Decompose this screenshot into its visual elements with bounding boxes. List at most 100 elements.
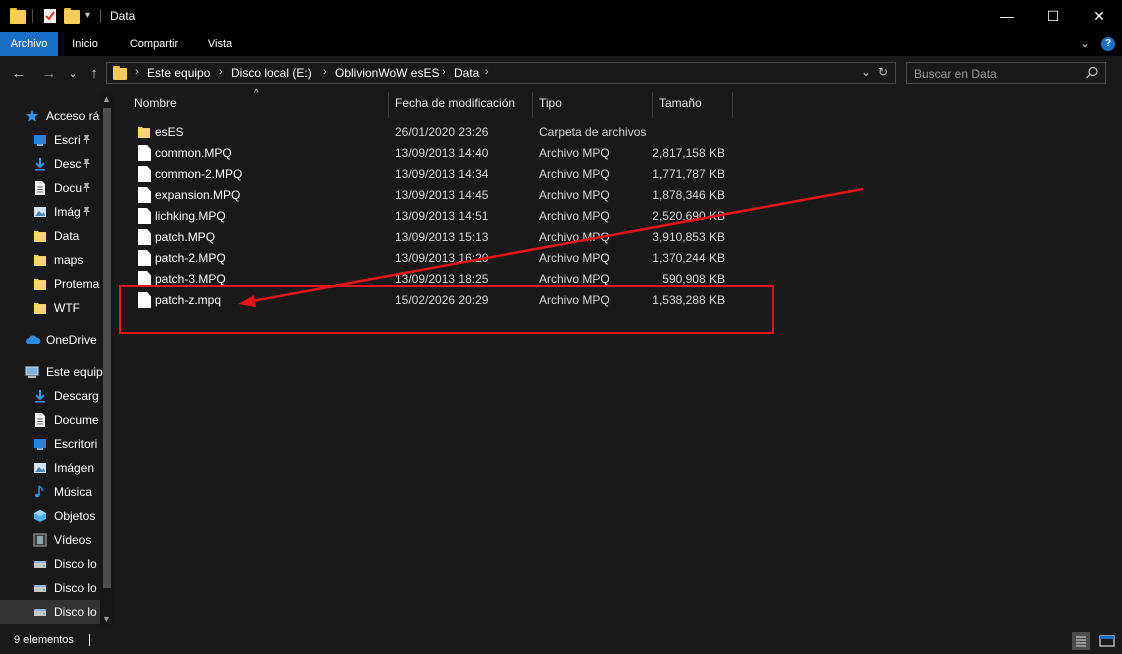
search-input[interactable]: Buscar en Data bbox=[906, 62, 1106, 84]
help-icon[interactable]: ? bbox=[1101, 37, 1115, 51]
sidebar-item-label: Escritori bbox=[54, 437, 98, 451]
breadcrumb-separator[interactable]: › bbox=[485, 66, 489, 78]
new-folder-icon[interactable] bbox=[64, 8, 80, 24]
sidebar-item-imágen[interactable]: Imágen bbox=[0, 456, 100, 480]
sidebar-item-disco-lo[interactable]: Disco lo bbox=[0, 576, 100, 600]
minimize-button[interactable]: — bbox=[984, 0, 1030, 32]
file-type: Archivo MPQ bbox=[539, 230, 610, 244]
sidebar-item-docu[interactable]: Docu bbox=[0, 176, 100, 200]
file-type: Carpeta de archivos bbox=[539, 125, 647, 139]
divider bbox=[100, 9, 101, 23]
large-icons-view-button[interactable] bbox=[1098, 632, 1116, 650]
column-header-name[interactable]: Nombre bbox=[134, 96, 177, 118]
sidebar-item-label: OneDrive bbox=[46, 333, 97, 347]
tab-inicio[interactable]: Inicio bbox=[62, 32, 108, 56]
sidebar-item-label: maps bbox=[54, 253, 84, 267]
properties-icon[interactable] bbox=[42, 8, 58, 24]
close-button[interactable]: ✕ bbox=[1076, 0, 1122, 32]
file-type: Archivo MPQ bbox=[539, 146, 610, 160]
breadcrumb-oblivionwow[interactable]: OblivionWoW esES bbox=[335, 66, 439, 80]
divider bbox=[89, 634, 90, 646]
status-bar: 9 elementos bbox=[0, 627, 1122, 654]
breadcrumb-este-equipo[interactable]: Este equipo bbox=[147, 66, 210, 80]
search-icon[interactable] bbox=[1085, 66, 1099, 80]
sidebar-scrollbar[interactable]: ▲ ▼ bbox=[100, 92, 114, 627]
file-row[interactable]: common-2.MPQ 13/09/2013 14:34 Archivo MPQ 1… bbox=[118, 164, 738, 185]
file-row[interactable]: common.MPQ 13/09/2013 14:40 Archivo MPQ 2,8… bbox=[118, 143, 738, 164]
sidebar-item-maps[interactable]: maps bbox=[0, 248, 100, 272]
sidebar-item-disco-lo[interactable]: Disco lo bbox=[0, 600, 100, 624]
cloud-icon bbox=[25, 333, 41, 347]
column-header-type[interactable]: Tipo bbox=[539, 96, 562, 118]
file-type: Archivo MPQ bbox=[539, 251, 610, 265]
sidebar-item-label: Este equip bbox=[46, 365, 103, 379]
sidebar-item-label: Disco lo bbox=[54, 581, 97, 595]
sidebar-item-imág[interactable]: Imág bbox=[0, 200, 100, 224]
sidebar-item-música[interactable]: Música bbox=[0, 480, 100, 504]
sidebar-item-escri[interactable]: Escri bbox=[0, 128, 100, 152]
back-arrow-icon[interactable]: ← bbox=[10, 64, 28, 84]
sidebar-item-descarg[interactable]: Descarg bbox=[0, 384, 100, 408]
sidebar-item-objetos[interactable]: Objetos bbox=[0, 504, 100, 528]
sidebar-item-data[interactable]: Data bbox=[0, 224, 100, 248]
scroll-up-icon[interactable]: ▲ bbox=[102, 94, 111, 104]
breadcrumb-data[interactable]: Data bbox=[454, 66, 479, 80]
column-divider[interactable] bbox=[652, 92, 653, 118]
column-header-size[interactable]: Tamaño bbox=[659, 96, 702, 118]
breadcrumb-separator[interactable]: › bbox=[219, 66, 223, 78]
download-icon bbox=[33, 389, 47, 403]
sidebar-item-label: Disco lo bbox=[54, 557, 97, 571]
column-divider[interactable] bbox=[388, 92, 389, 118]
address-bar[interactable]: › Este equipo › Disco local (E:) › Obliv… bbox=[106, 62, 896, 84]
sidebar-item-vídeos[interactable]: Vídeos bbox=[0, 528, 100, 552]
sidebar-item-acceso-rá[interactable]: Acceso rá bbox=[0, 104, 100, 128]
maximize-button[interactable]: ☐ bbox=[1030, 0, 1076, 32]
drive-icon bbox=[33, 581, 47, 595]
expand-ribbon-icon[interactable]: ⌄ bbox=[1080, 36, 1090, 50]
column-header-modified[interactable]: Fecha de modificación bbox=[395, 96, 515, 118]
file-modified: 13/09/2013 16:20 bbox=[395, 251, 489, 265]
file-row[interactable]: esES 26/01/2020 23:26 Carpeta de archivos bbox=[118, 122, 738, 143]
file-list: ^ Nombre Fecha de modificación Tipo Tama… bbox=[118, 88, 1122, 627]
breadcrumb-separator[interactable]: › bbox=[442, 66, 446, 78]
sidebar-item-protema[interactable]: Protema bbox=[0, 272, 100, 296]
folder-icon bbox=[10, 8, 26, 24]
breadcrumb-separator[interactable]: › bbox=[323, 66, 327, 78]
recent-locations-icon[interactable]: ⌄ bbox=[66, 64, 80, 84]
sidebar-item-escritori[interactable]: Escritori bbox=[0, 432, 100, 456]
file-row[interactable]: lichking.MPQ 13/09/2013 14:51 Archivo MPQ 2… bbox=[118, 206, 738, 227]
file-type: Archivo MPQ bbox=[539, 272, 610, 286]
tab-compartir[interactable]: Compartir bbox=[118, 32, 190, 56]
refresh-icon[interactable]: ↻ bbox=[878, 65, 888, 79]
music-icon bbox=[33, 485, 47, 499]
scrollbar-thumb[interactable] bbox=[103, 108, 111, 588]
computer-icon bbox=[25, 365, 39, 379]
details-view-button[interactable] bbox=[1072, 632, 1090, 650]
forward-arrow-icon[interactable]: → bbox=[40, 64, 58, 84]
scroll-down-icon[interactable]: ▼ bbox=[102, 614, 111, 624]
sidebar-item-onedrive[interactable]: OneDrive bbox=[0, 328, 100, 352]
customize-quick-access-icon[interactable]: ▾ bbox=[85, 10, 101, 26]
folder-icon bbox=[113, 66, 127, 80]
address-dropdown-icon[interactable]: ⌄ bbox=[861, 65, 871, 79]
tab-vista[interactable]: Vista bbox=[198, 32, 242, 56]
sidebar-item-disco-lo[interactable]: Disco lo bbox=[0, 552, 100, 576]
breadcrumb-disco-local[interactable]: Disco local (E:) bbox=[231, 66, 312, 80]
sidebar-item-docume[interactable]: Docume bbox=[0, 408, 100, 432]
folder-icon bbox=[33, 301, 47, 315]
tab-archivo[interactable]: Archivo bbox=[0, 32, 58, 56]
up-arrow-icon[interactable]: ↑ bbox=[86, 64, 102, 84]
column-divider[interactable] bbox=[532, 92, 533, 118]
desktop-icon bbox=[33, 133, 47, 147]
column-divider[interactable] bbox=[732, 92, 733, 118]
file-row[interactable]: patch.MPQ 13/09/2013 15:13 Archivo MPQ 3,91… bbox=[118, 227, 738, 248]
sidebar-item-desc[interactable]: Desc bbox=[0, 152, 100, 176]
file-row[interactable]: expansion.MPQ 13/09/2013 14:45 Archivo MPQ… bbox=[118, 185, 738, 206]
sidebar-item-label: WTF bbox=[54, 301, 80, 315]
sort-ascending-icon: ^ bbox=[254, 88, 259, 99]
sidebar-item-label: Vídeos bbox=[54, 533, 92, 547]
file-row[interactable]: patch-2.MPQ 13/09/2013 16:20 Archivo MPQ 1,… bbox=[118, 248, 738, 269]
file-size: 1,878,346 KB bbox=[652, 188, 725, 202]
sidebar-item-este-equip[interactable]: Este equip bbox=[0, 360, 103, 384]
sidebar-item-wtf[interactable]: WTF bbox=[0, 296, 100, 320]
